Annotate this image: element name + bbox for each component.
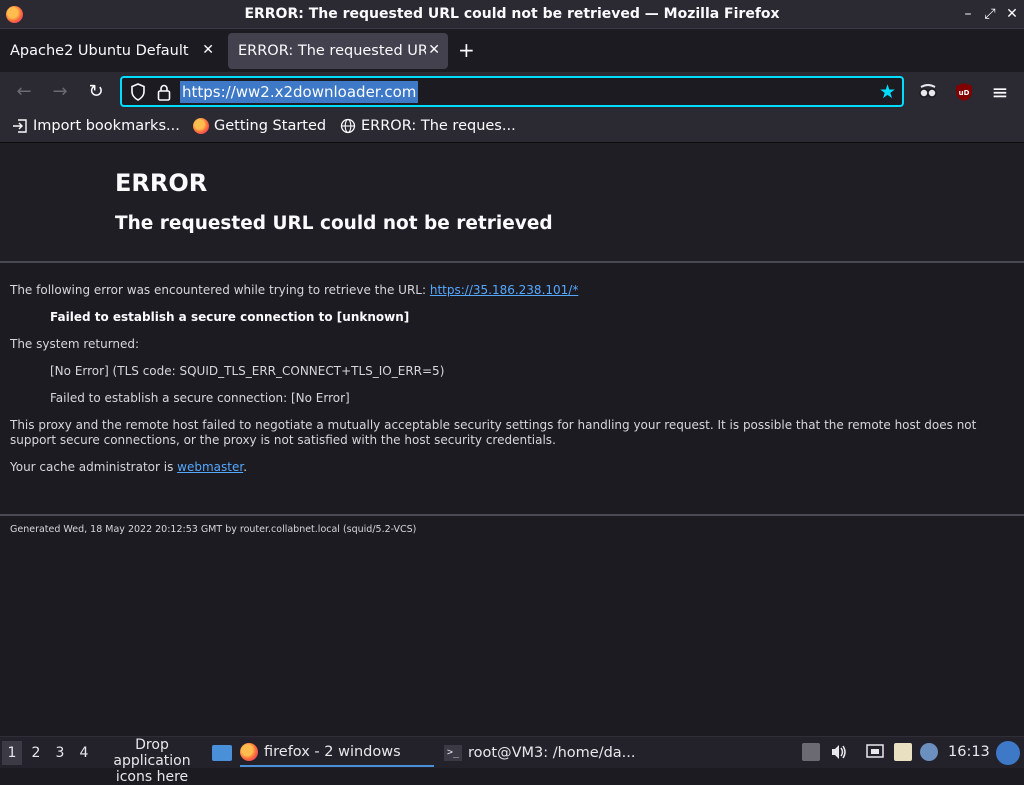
app-menu-button[interactable]: ≡ <box>988 80 1012 104</box>
updates-icon[interactable] <box>802 743 820 761</box>
bookmark-label: Import bookmarks... <box>33 118 180 134</box>
tab-error[interactable]: ERROR: The requested UR ✕ <box>228 33 448 69</box>
extension-glasses-icon[interactable] <box>917 81 939 103</box>
bookmark-getting-started[interactable]: Getting Started <box>193 118 326 134</box>
launcher-drop-area[interactable]: Drop application icons here <box>96 737 208 785</box>
error-header: ERROR The requested URL could not be ret… <box>0 143 1024 263</box>
clipboard-icon[interactable] <box>894 743 912 761</box>
tracking-protection-shield-icon[interactable] <box>130 83 146 101</box>
page-subtitle: The requested URL could not be retrieved <box>115 213 553 234</box>
bookmark-label: ERROR: The reques... <box>361 118 516 134</box>
tab-apache[interactable]: Apache2 Ubuntu Default P ✕ <box>0 33 220 69</box>
import-icon <box>13 119 27 133</box>
task-firefox[interactable]: firefox - 2 windows <box>240 739 434 767</box>
page-content: ERROR The requested URL could not be ret… <box>0 143 1024 736</box>
firefox-icon <box>193 118 209 134</box>
forward-button[interactable]: → <box>48 80 72 104</box>
url-bar[interactable]: https://ww2.x2downloader.com ★ <box>120 76 904 107</box>
error-intro: The following error was encountered whil… <box>10 283 1010 298</box>
page-title: ERROR <box>115 169 208 197</box>
system-menu-icon[interactable] <box>996 741 1020 765</box>
footer-divider <box>0 514 1024 516</box>
taskbar: 1 2 3 4 Drop application icons here fire… <box>0 736 1024 785</box>
svg-text:uD: uD <box>959 89 970 97</box>
workspace-1[interactable]: 1 <box>2 741 22 765</box>
tab-bar: Apache2 Ubuntu Default P ✕ ERROR: The re… <box>0 29 1024 72</box>
secure-connection-text: Failed to establish a secure connection:… <box>50 391 350 405</box>
ublock-origin-icon[interactable]: uD <box>953 81 975 103</box>
firefox-icon <box>240 743 258 761</box>
admin-prefix: Your cache administrator is <box>10 460 178 474</box>
network-icon[interactable] <box>866 743 884 761</box>
tab-label: ERROR: The requested UR <box>238 43 426 59</box>
intro-text: The following error was encountered whil… <box>10 283 430 297</box>
back-button[interactable]: ← <box>12 80 36 104</box>
workspace-4[interactable]: 4 <box>74 741 94 765</box>
error-bold-text: Failed to establish a secure connection … <box>50 310 410 324</box>
requested-url-link[interactable]: https://35.186.238.101/* <box>430 283 578 297</box>
globe-icon <box>340 118 356 134</box>
webmaster-link[interactable]: webmaster <box>177 460 243 474</box>
close-tab-icon[interactable]: ✕ <box>202 42 214 58</box>
error-message: Failed to establish a secure connection … <box>10 310 1010 325</box>
bookmark-star-icon[interactable]: ★ <box>879 81 896 103</box>
explanation-text: This proxy and the remote host failed to… <box>10 418 977 447</box>
close-tab-icon[interactable]: ✕ <box>428 42 440 58</box>
workspace-3[interactable]: 3 <box>50 741 70 765</box>
bookmark-label: Getting Started <box>214 118 327 134</box>
task-label: firefox - 2 windows <box>264 744 401 760</box>
bookmark-error-page[interactable]: ERROR: The reques... <box>340 118 516 134</box>
lock-icon[interactable] <box>156 83 172 101</box>
generated-footer: Generated Wed, 18 May 2022 20:12:53 GMT … <box>10 524 417 535</box>
volume-icon[interactable] <box>830 743 848 761</box>
reload-button[interactable]: ↻ <box>84 80 108 104</box>
terminal-icon: >_ <box>444 745 462 761</box>
tab-label: Apache2 Ubuntu Default P <box>10 43 190 59</box>
admin-suffix: . <box>243 460 248 474</box>
task-label: root@VM3: /home/da... <box>468 745 636 761</box>
navigation-toolbar: ← → ↻ https://ww2.x2downloader.com ★ uD … <box>0 72 1024 112</box>
url-text[interactable]: https://ww2.x2downloader.com <box>180 81 419 103</box>
system-returned-label: The system returned: <box>10 337 140 351</box>
minimize-button[interactable]: – <box>958 4 978 24</box>
workspace-2[interactable]: 2 <box>26 741 46 765</box>
error-body: The following error was encountered whil… <box>10 283 1010 487</box>
task-terminal[interactable]: >_ root@VM3: /home/da... <box>444 739 644 767</box>
notification-icon[interactable] <box>920 743 938 761</box>
bookmark-import[interactable]: Import bookmarks... <box>12 118 180 134</box>
maximize-button[interactable]: ⤢ <box>980 4 1000 24</box>
tls-code-text: [No Error] (TLS code: SQUID_TLS_ERR_CONN… <box>50 364 445 378</box>
show-desktop-icon[interactable] <box>212 745 232 761</box>
clock[interactable]: 16:13 <box>948 744 990 760</box>
admin-line: Your cache administrator is webmaster. <box>10 460 1010 475</box>
window-title: ERROR: The requested URL could not be re… <box>244 6 780 22</box>
new-tab-button[interactable]: + <box>458 38 475 62</box>
close-window-button[interactable]: ✕ <box>1002 4 1022 24</box>
window-titlebar: ERROR: The requested URL could not be re… <box>0 0 1024 29</box>
bookmarks-toolbar: Import bookmarks... Getting Started ERRO… <box>0 112 1024 143</box>
